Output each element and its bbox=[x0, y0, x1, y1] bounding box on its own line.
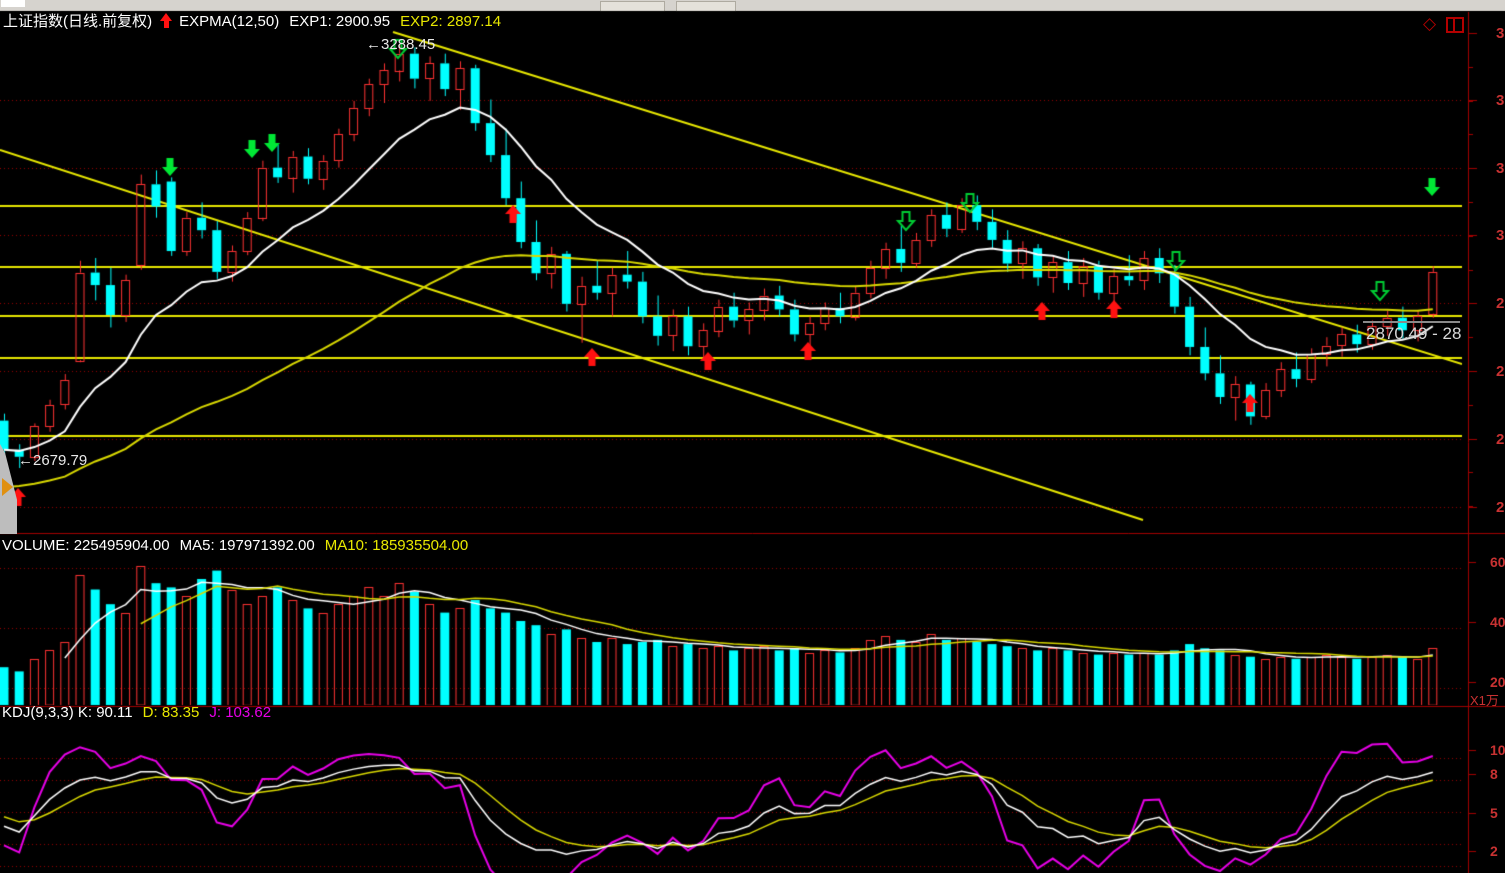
trendline-highlight bbox=[1363, 321, 1460, 323]
axis-tick-label: 3 bbox=[1496, 92, 1505, 109]
vol-ma5-value: 197971392.00 bbox=[219, 537, 315, 554]
axis-tick-label: 3 bbox=[1496, 25, 1505, 42]
kdj-d-label: D: bbox=[143, 704, 162, 721]
indicator-name[interactable]: EXPMA(12,50) bbox=[179, 13, 279, 30]
axis-tick-label: 3 bbox=[1496, 227, 1505, 244]
volume-label: VOLUME: bbox=[2, 537, 74, 554]
vol-ma10-value: 185935504.00 bbox=[372, 537, 468, 554]
axis-tick-label: 3 bbox=[1496, 160, 1505, 177]
axis-tick-label: 2 bbox=[1490, 843, 1505, 859]
exp2-label: EXP2: bbox=[400, 13, 447, 30]
volume-pane-header: VOLUME: 225495904.00 MA5: 197971392.00 MA1… bbox=[2, 537, 468, 554]
orange-pointer-icon bbox=[2, 478, 13, 496]
axis-tick-label: 10 bbox=[1490, 742, 1505, 758]
chart-canvas[interactable] bbox=[0, 0, 1505, 873]
axis-tick-label: 20 bbox=[1490, 674, 1505, 690]
kdj-j-label: J: bbox=[209, 704, 225, 721]
kdj-pane-header: KDJ(9,3,3) K: 90.11 D: 83.35 J: 103.62 bbox=[2, 704, 271, 721]
axis-tick-label: 2 bbox=[1496, 431, 1505, 448]
stock-chart-app: 上证指数(日线.前复权) EXPMA(12,50) EXP1: 2900.95 EXP… bbox=[0, 0, 1505, 873]
volume-value: 225495904.00 bbox=[74, 537, 170, 554]
up-arrow-icon bbox=[160, 13, 173, 28]
kdj-name[interactable]: KDJ(9,3,3) bbox=[2, 704, 78, 721]
diamond-icon[interactable]: ◇ bbox=[1423, 14, 1436, 34]
exp1-value: 2900.95 bbox=[336, 13, 390, 30]
axis-tick-label: 5 bbox=[1490, 805, 1505, 821]
high-price-annotation: ←3288.45 bbox=[366, 36, 435, 53]
volume-unit-label: X1万 bbox=[1470, 690, 1499, 709]
vol-ma10-label: MA10: bbox=[325, 537, 373, 554]
trendline-value-annotation: 2870.49 - 28 bbox=[1366, 325, 1505, 342]
axis-tick-label: 2 bbox=[1496, 295, 1505, 312]
kdj-k-label: K: bbox=[78, 704, 96, 721]
kdj-d-value: 83.35 bbox=[162, 704, 200, 721]
kdj-k-value: 90.11 bbox=[96, 704, 132, 721]
vol-ma5-label: MA5: bbox=[180, 537, 219, 554]
axis-tick-label: 40 bbox=[1490, 614, 1505, 630]
axis-tick-label: 60 bbox=[1490, 554, 1505, 570]
axis-tick-label: 2 bbox=[1496, 363, 1505, 380]
split-window-icon[interactable] bbox=[1446, 17, 1464, 33]
axis-tick-label: 8 bbox=[1490, 766, 1505, 782]
exp1-label: EXP1: bbox=[289, 13, 336, 30]
exp2-value: 2897.14 bbox=[447, 13, 501, 30]
low-price-annotation: ←2679.79 bbox=[18, 452, 87, 469]
axis-tick-label: 2 bbox=[1496, 499, 1505, 516]
symbol-title[interactable]: 上证指数(日线.前复权) bbox=[3, 13, 152, 30]
main-pane-header: 上证指数(日线.前复权) EXPMA(12,50) EXP1: 2900.95 EXP… bbox=[3, 13, 501, 30]
kdj-j-value: 103.62 bbox=[225, 704, 271, 721]
